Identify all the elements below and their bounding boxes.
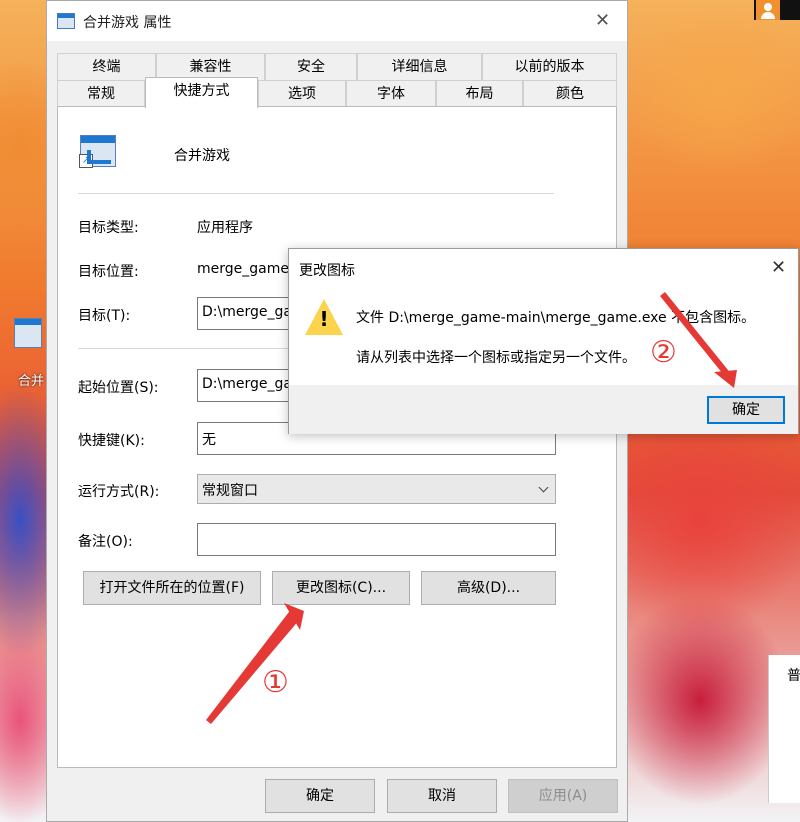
change-icon-dialog: 更改图标 ✕ ! 文件 D:\merge_game-main\merge_gam… [288, 248, 799, 434]
tab-shortcut[interactable]: 快捷方式 [145, 77, 258, 108]
close-icon[interactable]: ✕ [595, 10, 610, 31]
chevron-down-icon [538, 482, 549, 493]
desktop-shortcut-icon[interactable]: 合并 [14, 318, 48, 389]
open-file-location-button[interactable]: 打开文件所在的位置(F) [83, 571, 261, 605]
target-location-label: 目标位置: [78, 264, 139, 280]
tabs-row-bottom: 常规 快捷方式 选项 字体 布局 颜色 [57, 77, 617, 108]
tab-layout[interactable]: 布局 [436, 80, 523, 107]
tab-details[interactable]: 详细信息 [357, 53, 482, 80]
comment-field[interactable] [197, 523, 556, 556]
warning-exclamation: ! [319, 307, 329, 331]
app-name: 合并游戏 [174, 148, 230, 164]
dialog-message-line2: 请从列表中选择一个图标或指定另一个文件。 [356, 350, 636, 366]
tab-general[interactable]: 常规 [57, 80, 145, 107]
background-window-fragment: 普 [768, 655, 800, 803]
app-icon: ↗ [79, 135, 116, 168]
title-bar: 合并游戏 属性 ✕ [47, 1, 627, 41]
run-mode-value: 常规窗口 [202, 483, 258, 499]
close-icon[interactable]: ✕ [771, 257, 786, 278]
annotation-step1: ① [262, 665, 289, 700]
shortcut-panel: ↗ 合并游戏 目标类型: 应用程序 目标位置: merge_game 目标(T)… [57, 106, 617, 768]
taskbar-corner [754, 0, 800, 20]
run-mode-select[interactable]: 常规窗口 [197, 474, 556, 504]
app-window-icon [14, 318, 42, 348]
user-icon[interactable] [756, 0, 780, 20]
tab-security[interactable]: 安全 [265, 53, 357, 80]
change-icon-button[interactable]: 更改图标(C)... [272, 571, 410, 605]
tabs-row-top: 终端 兼容性 安全 详细信息 以前的版本 [57, 53, 617, 80]
shortcut-key-label: 快捷键(K): [78, 433, 145, 449]
window-title: 合并游戏 属性 [83, 15, 172, 31]
tab-colors[interactable]: 颜色 [523, 80, 617, 107]
tab-previous-versions[interactable]: 以前的版本 [482, 53, 617, 80]
side-window-text: 普 [787, 668, 800, 684]
run-label: 运行方式(R): [78, 484, 160, 500]
apply-button[interactable]: 应用(A) [508, 779, 618, 813]
advanced-button[interactable]: 高级(D)... [421, 571, 556, 605]
dialog-title: 更改图标 [299, 263, 355, 279]
cancel-button[interactable]: 取消 [387, 779, 497, 813]
annotation-step2: ② [650, 335, 677, 370]
start-in-label: 起始位置(S): [78, 380, 159, 396]
target-label: 目标(T): [78, 308, 131, 324]
tab-terminal[interactable]: 终端 [57, 53, 156, 80]
target-type-value: 应用程序 [197, 220, 253, 236]
dialog-ok-button[interactable]: 确定 [707, 396, 785, 424]
divider [78, 193, 554, 194]
ok-button[interactable]: 确定 [265, 779, 375, 813]
tab-font[interactable]: 字体 [346, 80, 436, 107]
shortcut-arrow-icon: ↗ [79, 154, 93, 168]
dialog-message-line1: 文件 D:\merge_game-main\merge_game.exe 不包含… [356, 310, 756, 326]
comment-label: 备注(O): [78, 534, 133, 550]
target-location-value: merge_game [197, 261, 289, 277]
tab-options[interactable]: 选项 [258, 80, 346, 107]
desktop-icon-label: 合并 [18, 374, 45, 389]
tab-compatibility[interactable]: 兼容性 [156, 53, 265, 80]
window-icon [57, 13, 75, 29]
target-type-label: 目标类型: [78, 220, 139, 236]
